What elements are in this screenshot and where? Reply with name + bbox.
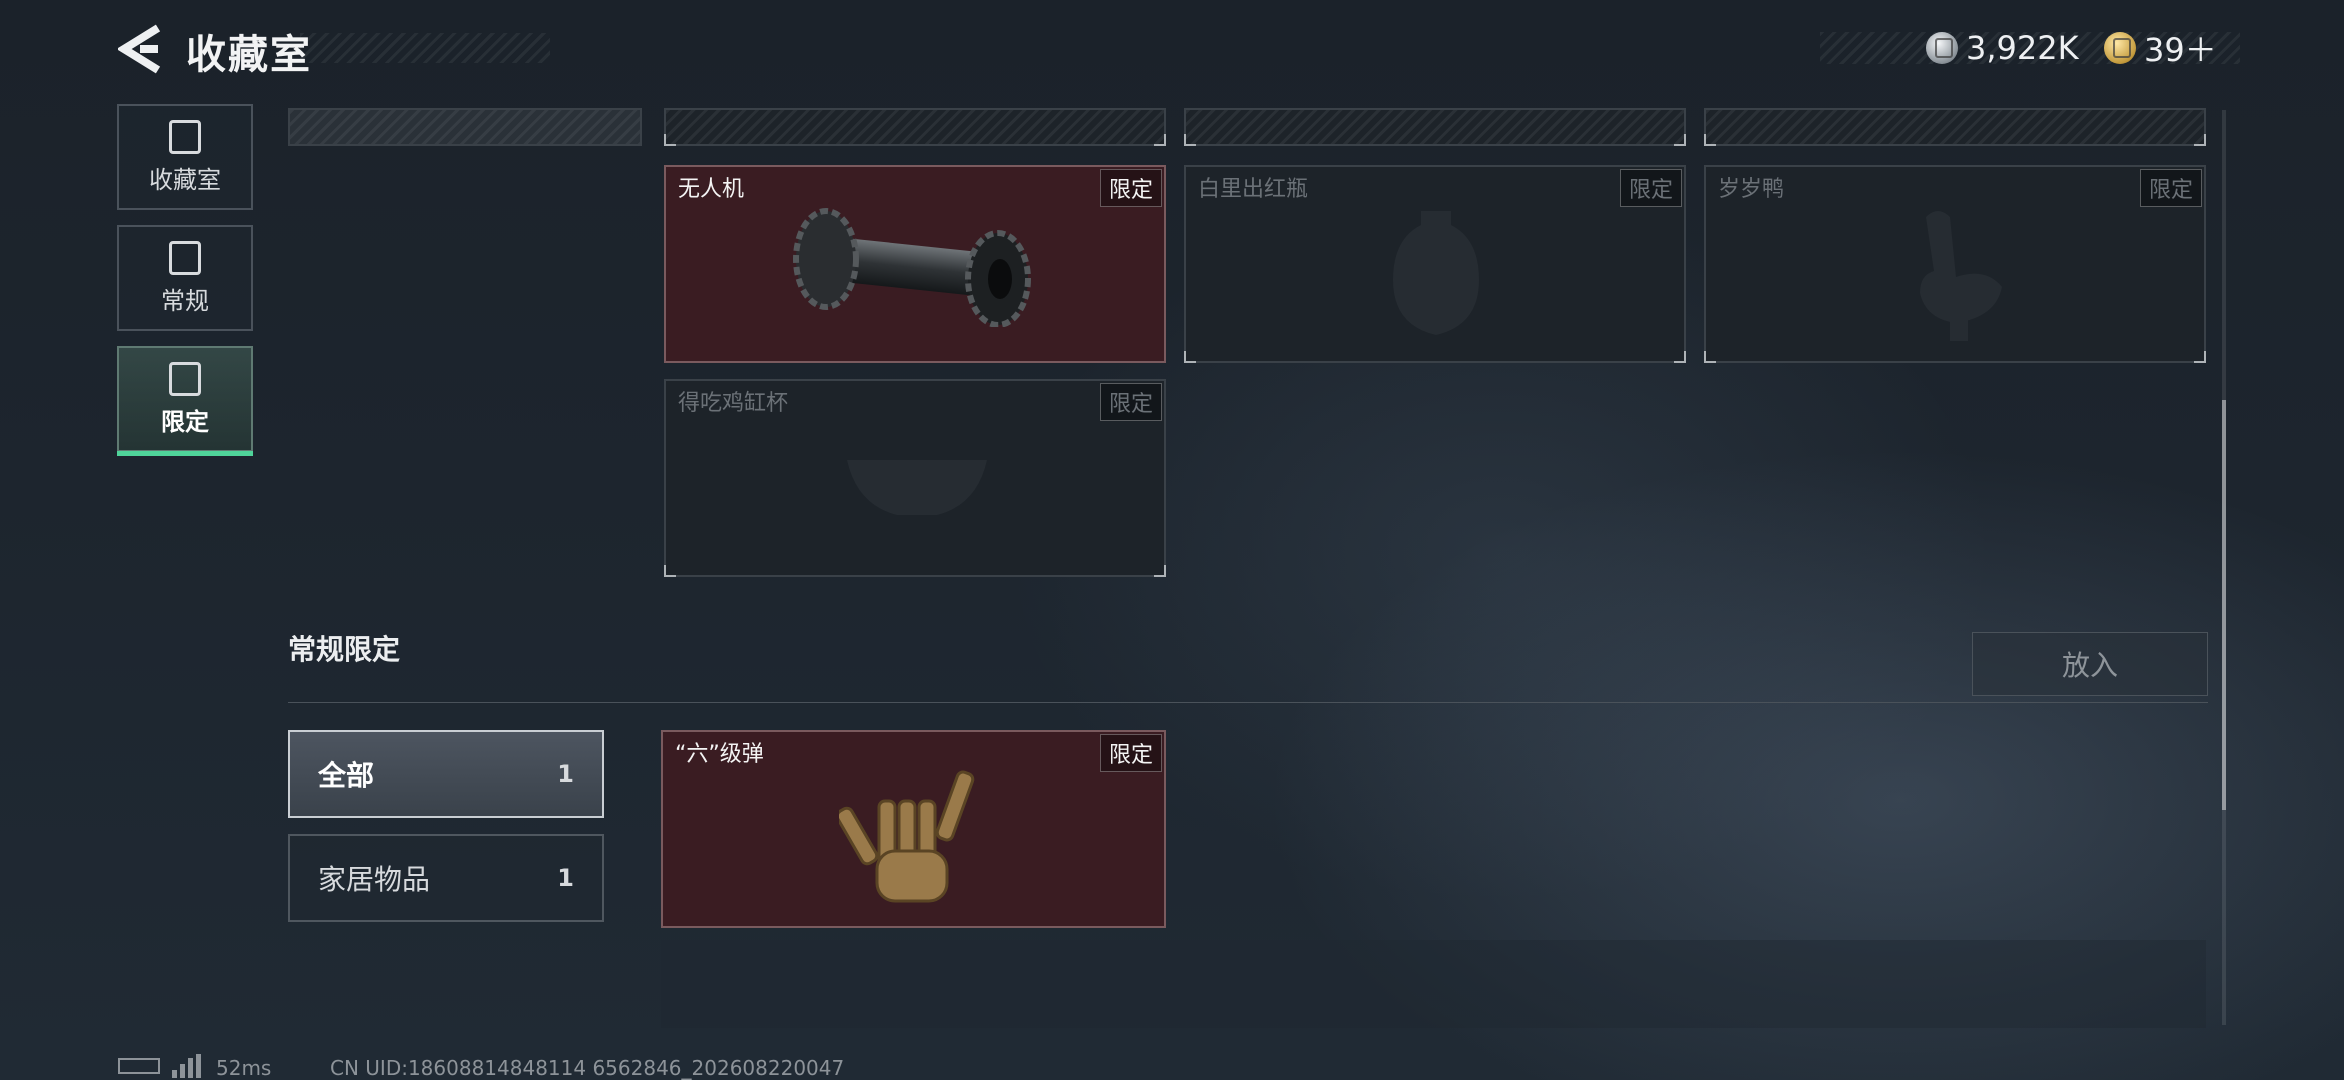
card-name: 岁岁鸭 <box>1718 177 1785 202</box>
put-in-button[interactable]: 放入 <box>1972 632 2208 696</box>
filter-count: 1 <box>557 864 574 892</box>
card-partial <box>1184 108 1686 146</box>
sidebar-item-label: 限定 <box>161 407 209 436</box>
currency-gold[interactable]: 39＋ <box>2104 28 2217 69</box>
title-decoration <box>300 33 550 63</box>
sidebar-item-label: 常规 <box>161 286 209 315</box>
cabinet-icon <box>169 119 201 154</box>
cup-silhouette-icon <box>847 460 987 515</box>
user-uid: CN UID:18608814848114 6562846_2026082200… <box>330 1056 845 1080</box>
card-name: 得吃鸡缸杯 <box>678 391 789 416</box>
empty-card-slot <box>661 940 2206 1028</box>
filter-all[interactable]: 全部 1 <box>288 730 604 818</box>
page-title: 收藏室 <box>186 32 312 78</box>
limited-badge: 限定 <box>2139 169 2202 207</box>
sidebar-item-regular[interactable]: 常规 <box>117 225 253 331</box>
card-name: 无人机 <box>678 177 745 202</box>
battery-icon <box>118 1058 160 1074</box>
picture-frame-icon <box>169 361 201 396</box>
collection-card-vase[interactable]: 白里出红瓶 限定 <box>1184 165 1686 363</box>
card-partial <box>288 108 642 146</box>
card-name: “六”级弹 <box>675 742 764 767</box>
card-partial <box>664 108 1166 146</box>
currency-silver: 3,922K <box>1926 28 2079 68</box>
collection-card-duck[interactable]: 岁岁鸭 限定 <box>1704 165 2206 363</box>
section-title: 常规限定 <box>288 633 401 666</box>
silver-amount: 3,922K <box>1966 29 2079 67</box>
filter-label: 家居物品 <box>318 863 431 896</box>
document-icon <box>169 240 201 275</box>
signal-icon <box>172 1054 201 1078</box>
drone-roller-icon <box>793 208 1031 327</box>
collection-card-chicken-cup[interactable]: 得吃鸡缸杯 限定 <box>664 379 1166 577</box>
limited-badge: 限定 <box>1619 169 1682 207</box>
gold-amount: 39＋ <box>2144 31 2217 69</box>
card-name: 白里出红瓶 <box>1198 177 1309 202</box>
limited-badge: 限定 <box>1099 734 1162 772</box>
filter-home-items[interactable]: 家居物品 1 <box>288 834 604 922</box>
gold-coin-icon <box>2104 32 2136 64</box>
ping-readout: 52ms <box>216 1056 272 1080</box>
collection-card-drone[interactable]: 无人机 限定 <box>664 165 1166 363</box>
bullet-hand-icon <box>839 770 975 903</box>
collection-card-bullet-hand[interactable]: “六”级弹 限定 <box>661 730 1166 928</box>
sidebar-item-limited[interactable]: 限定 <box>117 346 253 456</box>
sidebar-item-collection[interactable]: 收藏室 <box>117 104 253 210</box>
card-partial <box>1704 108 2206 146</box>
filter-count: 1 <box>557 760 574 788</box>
back-arrow-icon[interactable] <box>118 24 162 74</box>
limited-badge: 限定 <box>1099 383 1162 421</box>
vase-silhouette-icon <box>1393 211 1479 335</box>
silver-coin-icon <box>1926 32 1958 64</box>
scrollbar-thumb[interactable] <box>2222 400 2226 810</box>
limited-badge: 限定 <box>1099 169 1162 207</box>
sidebar-item-label: 收藏室 <box>149 165 221 194</box>
section-divider <box>288 702 2208 703</box>
duck-silhouette-icon <box>1920 211 2002 341</box>
filter-label: 全部 <box>318 759 375 792</box>
